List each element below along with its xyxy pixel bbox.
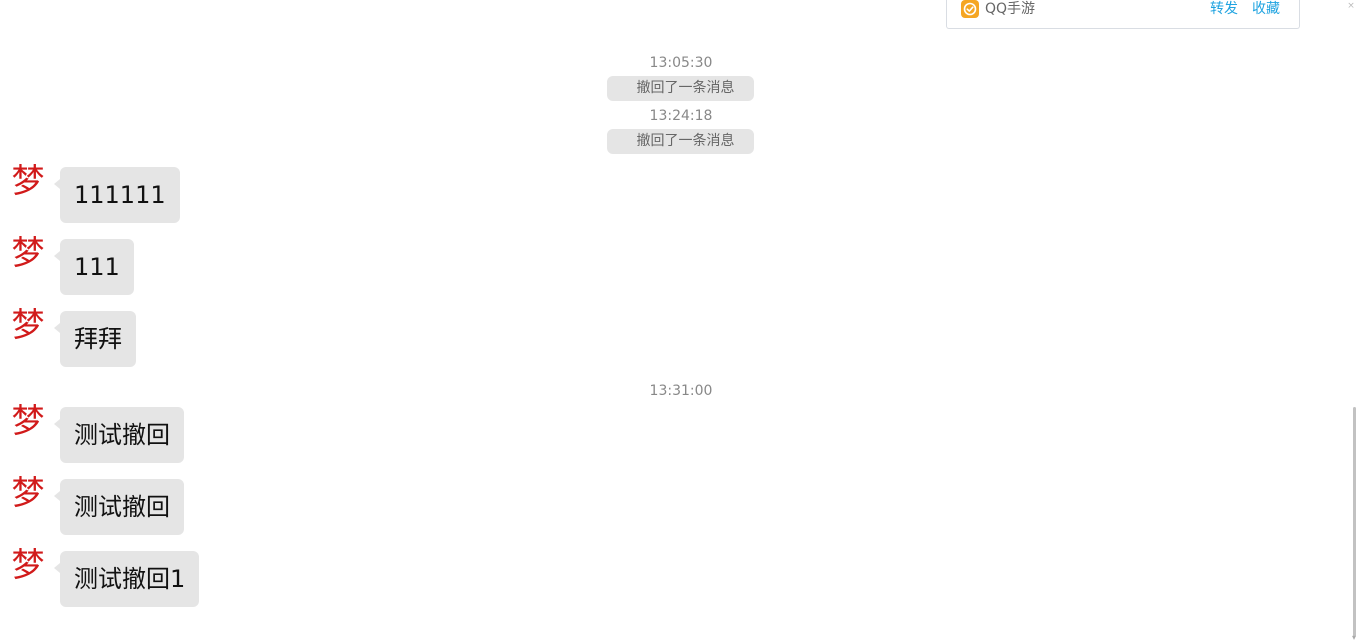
timestamp: 13:24:18 xyxy=(649,108,713,124)
timestamp: 13:05:30 xyxy=(649,55,713,71)
app-name: QQ手游 xyxy=(985,1,1036,17)
message-bubble[interactable]: 测试撤回1 xyxy=(53,551,200,607)
recall-notice: 撤回了一条消息 xyxy=(607,129,754,154)
recall-notice: 撤回了一条消息 xyxy=(607,76,754,101)
avatar[interactable]: 梦 xyxy=(8,233,48,273)
avatar[interactable]: 梦 xyxy=(8,473,48,513)
avatar[interactable]: 梦 xyxy=(8,545,48,585)
message-bubble[interactable]: 拜拜 xyxy=(54,311,136,367)
message-bubble[interactable]: 测试撤回 xyxy=(54,479,184,535)
favorite-button[interactable]: 收藏 xyxy=(1252,0,1280,18)
qq-game-check-icon xyxy=(961,0,979,18)
avatar[interactable]: 梦 xyxy=(8,401,48,441)
message-bubble[interactable]: 111 xyxy=(54,239,134,295)
share-card: QQ手游 转发 收藏 xyxy=(946,0,1300,29)
scroll-down-icon[interactable]: ▾ xyxy=(1352,634,1356,642)
message-bubble[interactable]: 测试撤回 xyxy=(54,407,184,463)
avatar[interactable]: 梦 xyxy=(8,161,48,201)
avatar[interactable]: 梦 xyxy=(8,305,48,345)
scrollbar[interactable]: ▾ xyxy=(1350,0,1356,644)
timestamp: 13:31:00 xyxy=(649,383,713,399)
message-bubble[interactable]: 111111 xyxy=(54,167,180,223)
forward-button[interactable]: 转发 xyxy=(1210,0,1238,18)
